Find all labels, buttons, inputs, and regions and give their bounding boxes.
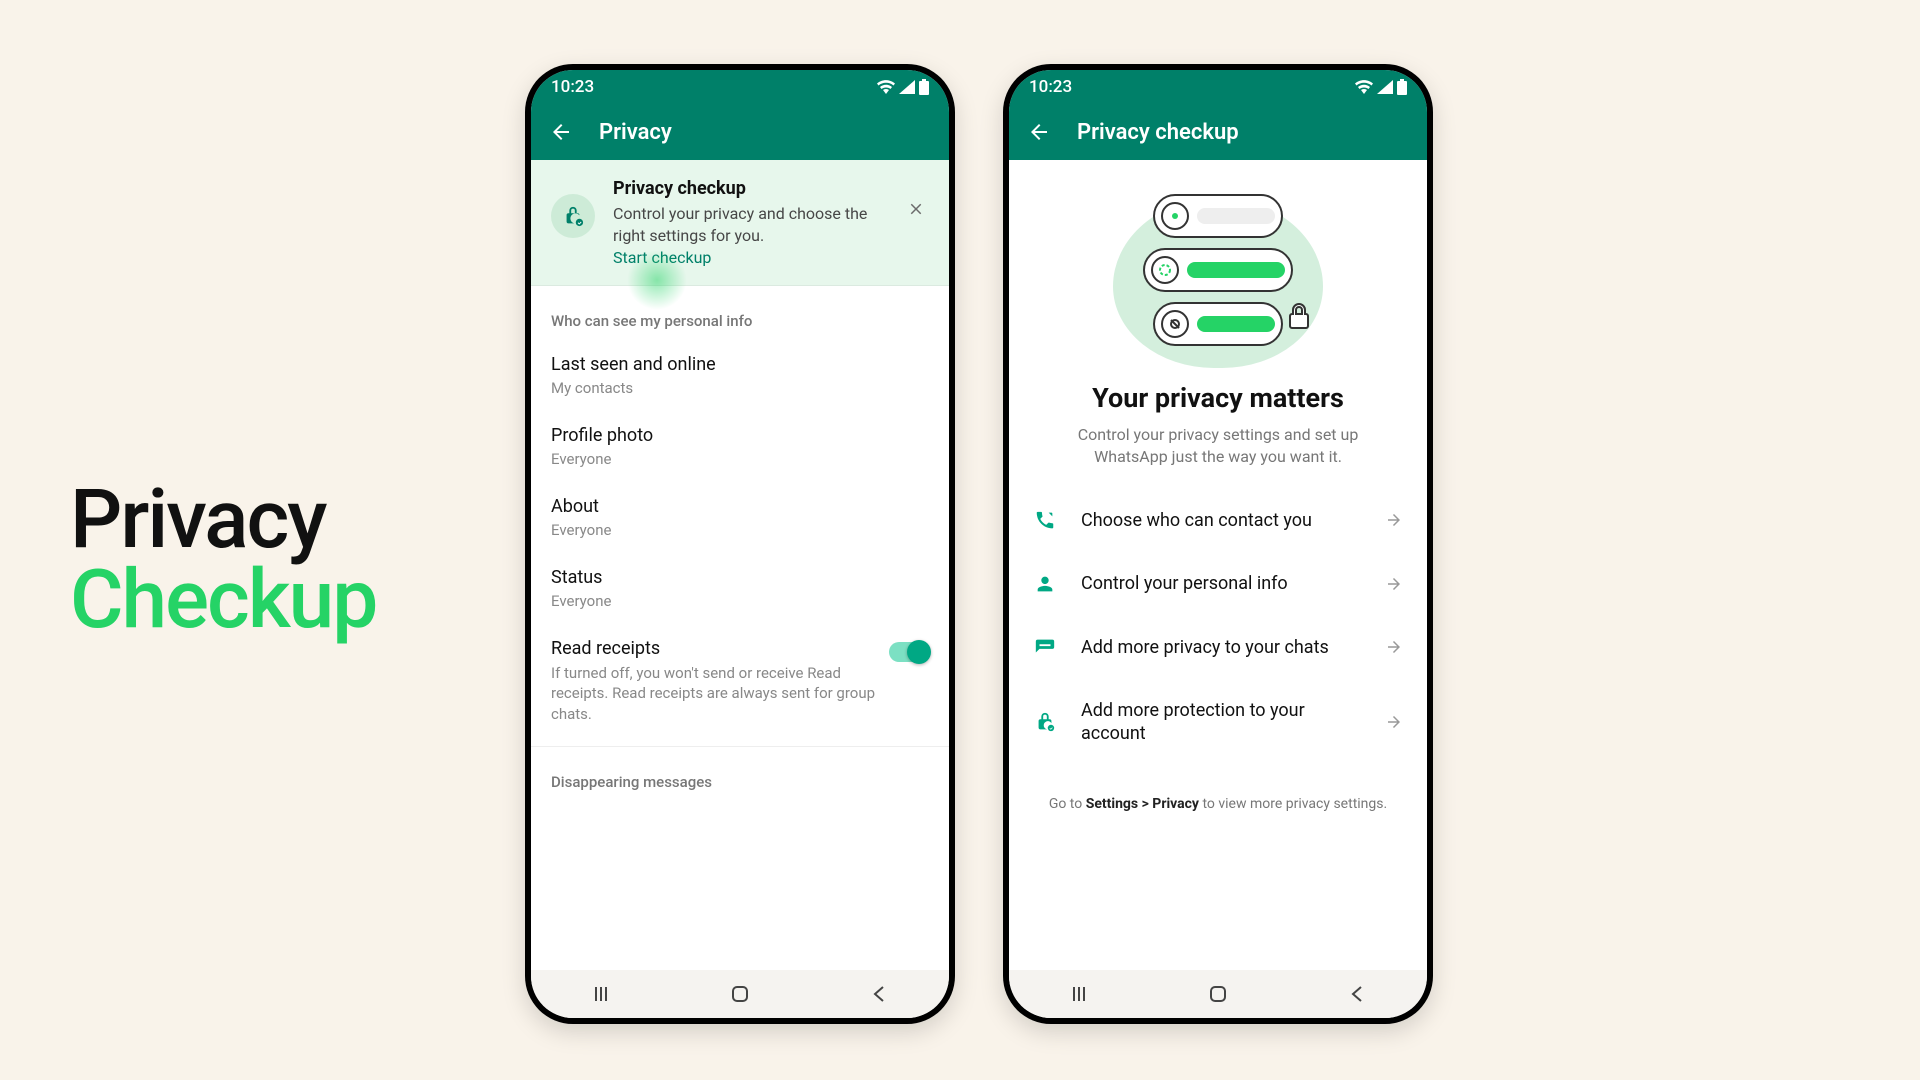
illus-toggle — [1153, 302, 1283, 346]
read-receipts-toggle[interactable] — [889, 642, 929, 662]
checkup-subtext: Control your privacy settings and set up… — [1009, 424, 1427, 469]
person-icon — [1033, 573, 1057, 595]
item-label: Control your personal info — [1081, 572, 1361, 595]
back-button[interactable] — [549, 120, 573, 144]
android-navbar — [1009, 970, 1427, 1018]
appbar: Privacy — [531, 104, 949, 160]
chevron-right-icon — [1385, 638, 1403, 656]
setting-profile-photo[interactable]: Profile photo Everyone — [531, 411, 949, 482]
setting-title: Status — [551, 567, 929, 588]
chevron-right-icon — [1385, 713, 1403, 731]
setting-title: Last seen and online — [551, 354, 929, 375]
appbar: Privacy checkup — [1009, 104, 1427, 160]
checkup-item-chats-privacy[interactable]: Add more privacy to your chats — [1009, 616, 1427, 679]
checkup-item-contact[interactable]: Choose who can contact you — [1009, 489, 1427, 552]
setting-last-seen[interactable]: Last seen and online My contacts — [531, 340, 949, 411]
statusbar: 10:23 — [531, 70, 949, 104]
phone-icon — [1033, 509, 1057, 531]
nav-back[interactable] — [859, 984, 899, 1004]
setting-value: Everyone — [551, 450, 929, 468]
item-label: Add more protection to your account — [1081, 699, 1361, 746]
setting-about[interactable]: About Everyone — [531, 482, 949, 553]
nav-recents[interactable] — [581, 984, 621, 1004]
start-checkup-link[interactable]: Start checkup — [613, 248, 711, 267]
nav-recents[interactable] — [1059, 984, 1099, 1004]
phone-checkup: 10:23 Privacy checkup — [1003, 64, 1433, 1024]
footer-bold: Settings > Privacy — [1086, 796, 1199, 812]
setting-title: About — [551, 496, 929, 517]
close-banner-button[interactable] — [903, 196, 929, 222]
lock-check-icon — [562, 205, 584, 227]
chevron-right-icon — [1385, 511, 1403, 529]
chat-icon — [1033, 636, 1057, 658]
hero-title: Privacy Checkup — [70, 480, 376, 641]
hero-line1: Privacy — [70, 480, 376, 560]
battery-icon — [919, 79, 929, 95]
item-label: Choose who can contact you — [1081, 509, 1361, 532]
arrow-left-icon — [1027, 120, 1051, 144]
privacy-checkup-banner[interactable]: Privacy checkup Control your privacy and… — [531, 160, 949, 286]
page-title: Privacy checkup — [1077, 120, 1239, 145]
arrow-left-icon — [549, 120, 573, 144]
setting-desc: If turned off, you won't send or receive… — [551, 663, 889, 724]
setting-value: My contacts — [551, 379, 929, 397]
footer-note: Go to Settings > Privacy to view more pr… — [1009, 766, 1427, 812]
lock-icon — [1033, 711, 1057, 733]
nav-home[interactable] — [1198, 984, 1238, 1004]
padlock-icon — [1283, 300, 1315, 332]
checkup-item-personal-info[interactable]: Control your personal info — [1009, 552, 1427, 615]
chevron-right-icon — [1385, 575, 1403, 593]
banner-lock-icon — [551, 194, 595, 238]
phone-privacy: 10:23 Privacy — [525, 64, 955, 1024]
illus-toggle — [1143, 248, 1293, 292]
wifi-icon — [877, 80, 895, 94]
setting-value: Everyone — [551, 592, 929, 610]
status-icons — [1355, 79, 1407, 95]
close-icon — [907, 200, 925, 218]
setting-read-receipts[interactable]: Read receipts If turned off, you won't s… — [531, 624, 949, 738]
checkup-illustration — [1009, 160, 1427, 364]
toggle-knob — [907, 640, 931, 664]
statusbar: 10:23 — [1009, 70, 1427, 104]
android-navbar — [531, 970, 949, 1018]
banner-title: Privacy checkup — [613, 178, 885, 199]
banner-text: Control your privacy and choose the righ… — [613, 203, 885, 246]
signal-icon — [1377, 80, 1393, 94]
status-icons — [877, 79, 929, 95]
wifi-icon — [1355, 80, 1373, 94]
checkup-item-account-protection[interactable]: Add more protection to your account — [1009, 679, 1427, 766]
section-disappearing: Disappearing messages — [531, 747, 949, 801]
footer-post: to view more privacy settings. — [1199, 796, 1387, 812]
nav-home[interactable] — [720, 984, 760, 1004]
page-title: Privacy — [599, 120, 672, 145]
footer-pre: Go to — [1049, 796, 1086, 812]
setting-value: Everyone — [551, 521, 929, 539]
status-time: 10:23 — [551, 77, 594, 97]
illus-toggle — [1153, 194, 1283, 238]
signal-icon — [899, 80, 915, 94]
setting-title: Read receipts — [551, 638, 889, 659]
section-personal-info: Who can see my personal info — [531, 286, 949, 340]
battery-icon — [1397, 79, 1407, 95]
setting-title: Profile photo — [551, 425, 929, 446]
checkup-heading: Your privacy matters — [1029, 382, 1407, 414]
back-button[interactable] — [1027, 120, 1051, 144]
setting-status[interactable]: Status Everyone — [531, 553, 949, 624]
item-label: Add more privacy to your chats — [1081, 636, 1361, 659]
nav-back[interactable] — [1337, 984, 1377, 1004]
hero-line2: Checkup — [70, 560, 376, 640]
status-time: 10:23 — [1029, 77, 1072, 97]
